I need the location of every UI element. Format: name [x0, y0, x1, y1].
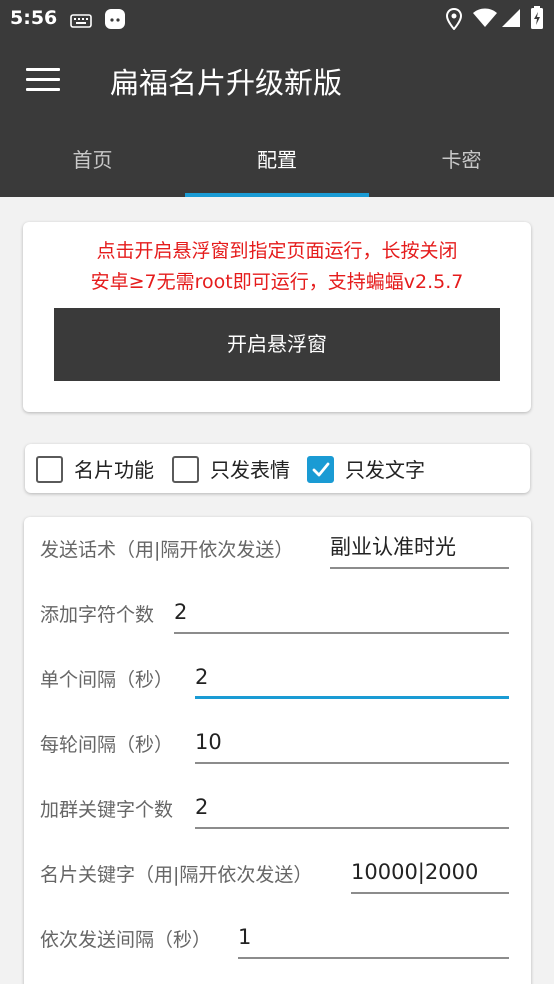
form-row-sequential-interval: 依次发送间隔（秒） 1	[24, 907, 531, 967]
round-interval-input[interactable]: 10	[195, 726, 509, 764]
field-label: 发送话术（用|隔开依次发送）	[40, 539, 294, 561]
notice-card: 点击开启悬浮窗到指定页面运行，长按关闭 安卓≥7无需root即可运行，支持蝙蝠v…	[23, 222, 531, 412]
checkbox-text-only[interactable]: 只发文字	[307, 456, 437, 484]
tab-indicator	[185, 193, 369, 197]
char-count-input[interactable]: 2	[174, 596, 509, 634]
tab-config[interactable]: 配置	[185, 126, 369, 197]
checkbox-label: 只发表情	[210, 458, 290, 482]
keyboard-icon	[70, 13, 92, 32]
form-row-round-interval: 每轮间隔（秒） 10	[24, 712, 531, 772]
card-keywords-input[interactable]: 10000|2000	[351, 856, 509, 894]
tab-card-key[interactable]: 卡密	[369, 126, 554, 197]
field-label: 单个间隔（秒）	[40, 669, 174, 691]
single-interval-input[interactable]: 2	[195, 661, 509, 699]
notice-line-1: 点击开启悬浮窗到指定页面运行，长按关闭	[96, 240, 458, 262]
tab-bar: 首页 配置 卡密	[0, 126, 554, 197]
field-label: 每轮间隔（秒）	[40, 734, 174, 756]
open-floating-window-button[interactable]: 开启悬浮窗	[54, 308, 500, 381]
field-label: 依次发送间隔（秒）	[40, 929, 212, 951]
battery-icon	[530, 6, 544, 34]
field-label: 加群关键字个数	[40, 799, 174, 821]
checkbox-label: 只发文字	[345, 458, 425, 482]
mode-options-card: 名片功能 只发表情 只发文字	[25, 444, 530, 493]
tab-config-label: 配置	[257, 148, 297, 172]
signal-icon	[501, 8, 521, 32]
checkbox-card-function[interactable]: 名片功能	[36, 456, 166, 484]
checkbox-checked-icon	[307, 456, 334, 483]
group-keyword-count-input[interactable]: 2	[195, 791, 509, 829]
field-label: 名片关键字（用|隔开依次发送）	[40, 864, 313, 886]
form-row-message-script: 发送话术（用|隔开依次发送） 副业认准时光	[24, 517, 531, 577]
wifi-icon	[472, 8, 498, 32]
form-row-char-count: 添加字符个数 2	[24, 582, 531, 642]
form-row-card-keywords: 名片关键字（用|隔开依次发送） 10000|2000	[24, 842, 531, 902]
menu-icon[interactable]	[26, 68, 60, 92]
checkbox-emoji-only[interactable]: 只发表情	[172, 456, 302, 484]
message-script-input[interactable]: 副业认准时光	[330, 531, 509, 569]
checkbox-label: 名片功能	[74, 458, 154, 482]
location-icon	[445, 7, 463, 34]
checkbox-unchecked-icon	[172, 456, 199, 483]
status-bar: 5:56	[0, 0, 554, 38]
settings-form-card: 发送话术（用|隔开依次发送） 副业认准时光 添加字符个数 2 单个间隔（秒） 2…	[24, 517, 531, 984]
app-title: 扁福名片升级新版	[110, 66, 343, 100]
app-bar: 扁福名片升级新版	[0, 38, 554, 126]
field-label: 添加字符个数	[40, 604, 155, 626]
tab-home[interactable]: 首页	[0, 126, 185, 197]
android-icon	[104, 8, 126, 34]
form-row-group-keyword-count: 加群关键字个数 2	[24, 777, 531, 837]
status-time: 5:56	[10, 7, 58, 29]
form-row-single-interval: 单个间隔（秒） 2	[24, 647, 531, 707]
notice-line-2: 安卓≥7无需root即可运行，支持蝙蝠v2.5.7	[90, 271, 464, 293]
sequential-interval-input[interactable]: 1	[238, 921, 509, 959]
checkbox-unchecked-icon	[36, 456, 63, 483]
